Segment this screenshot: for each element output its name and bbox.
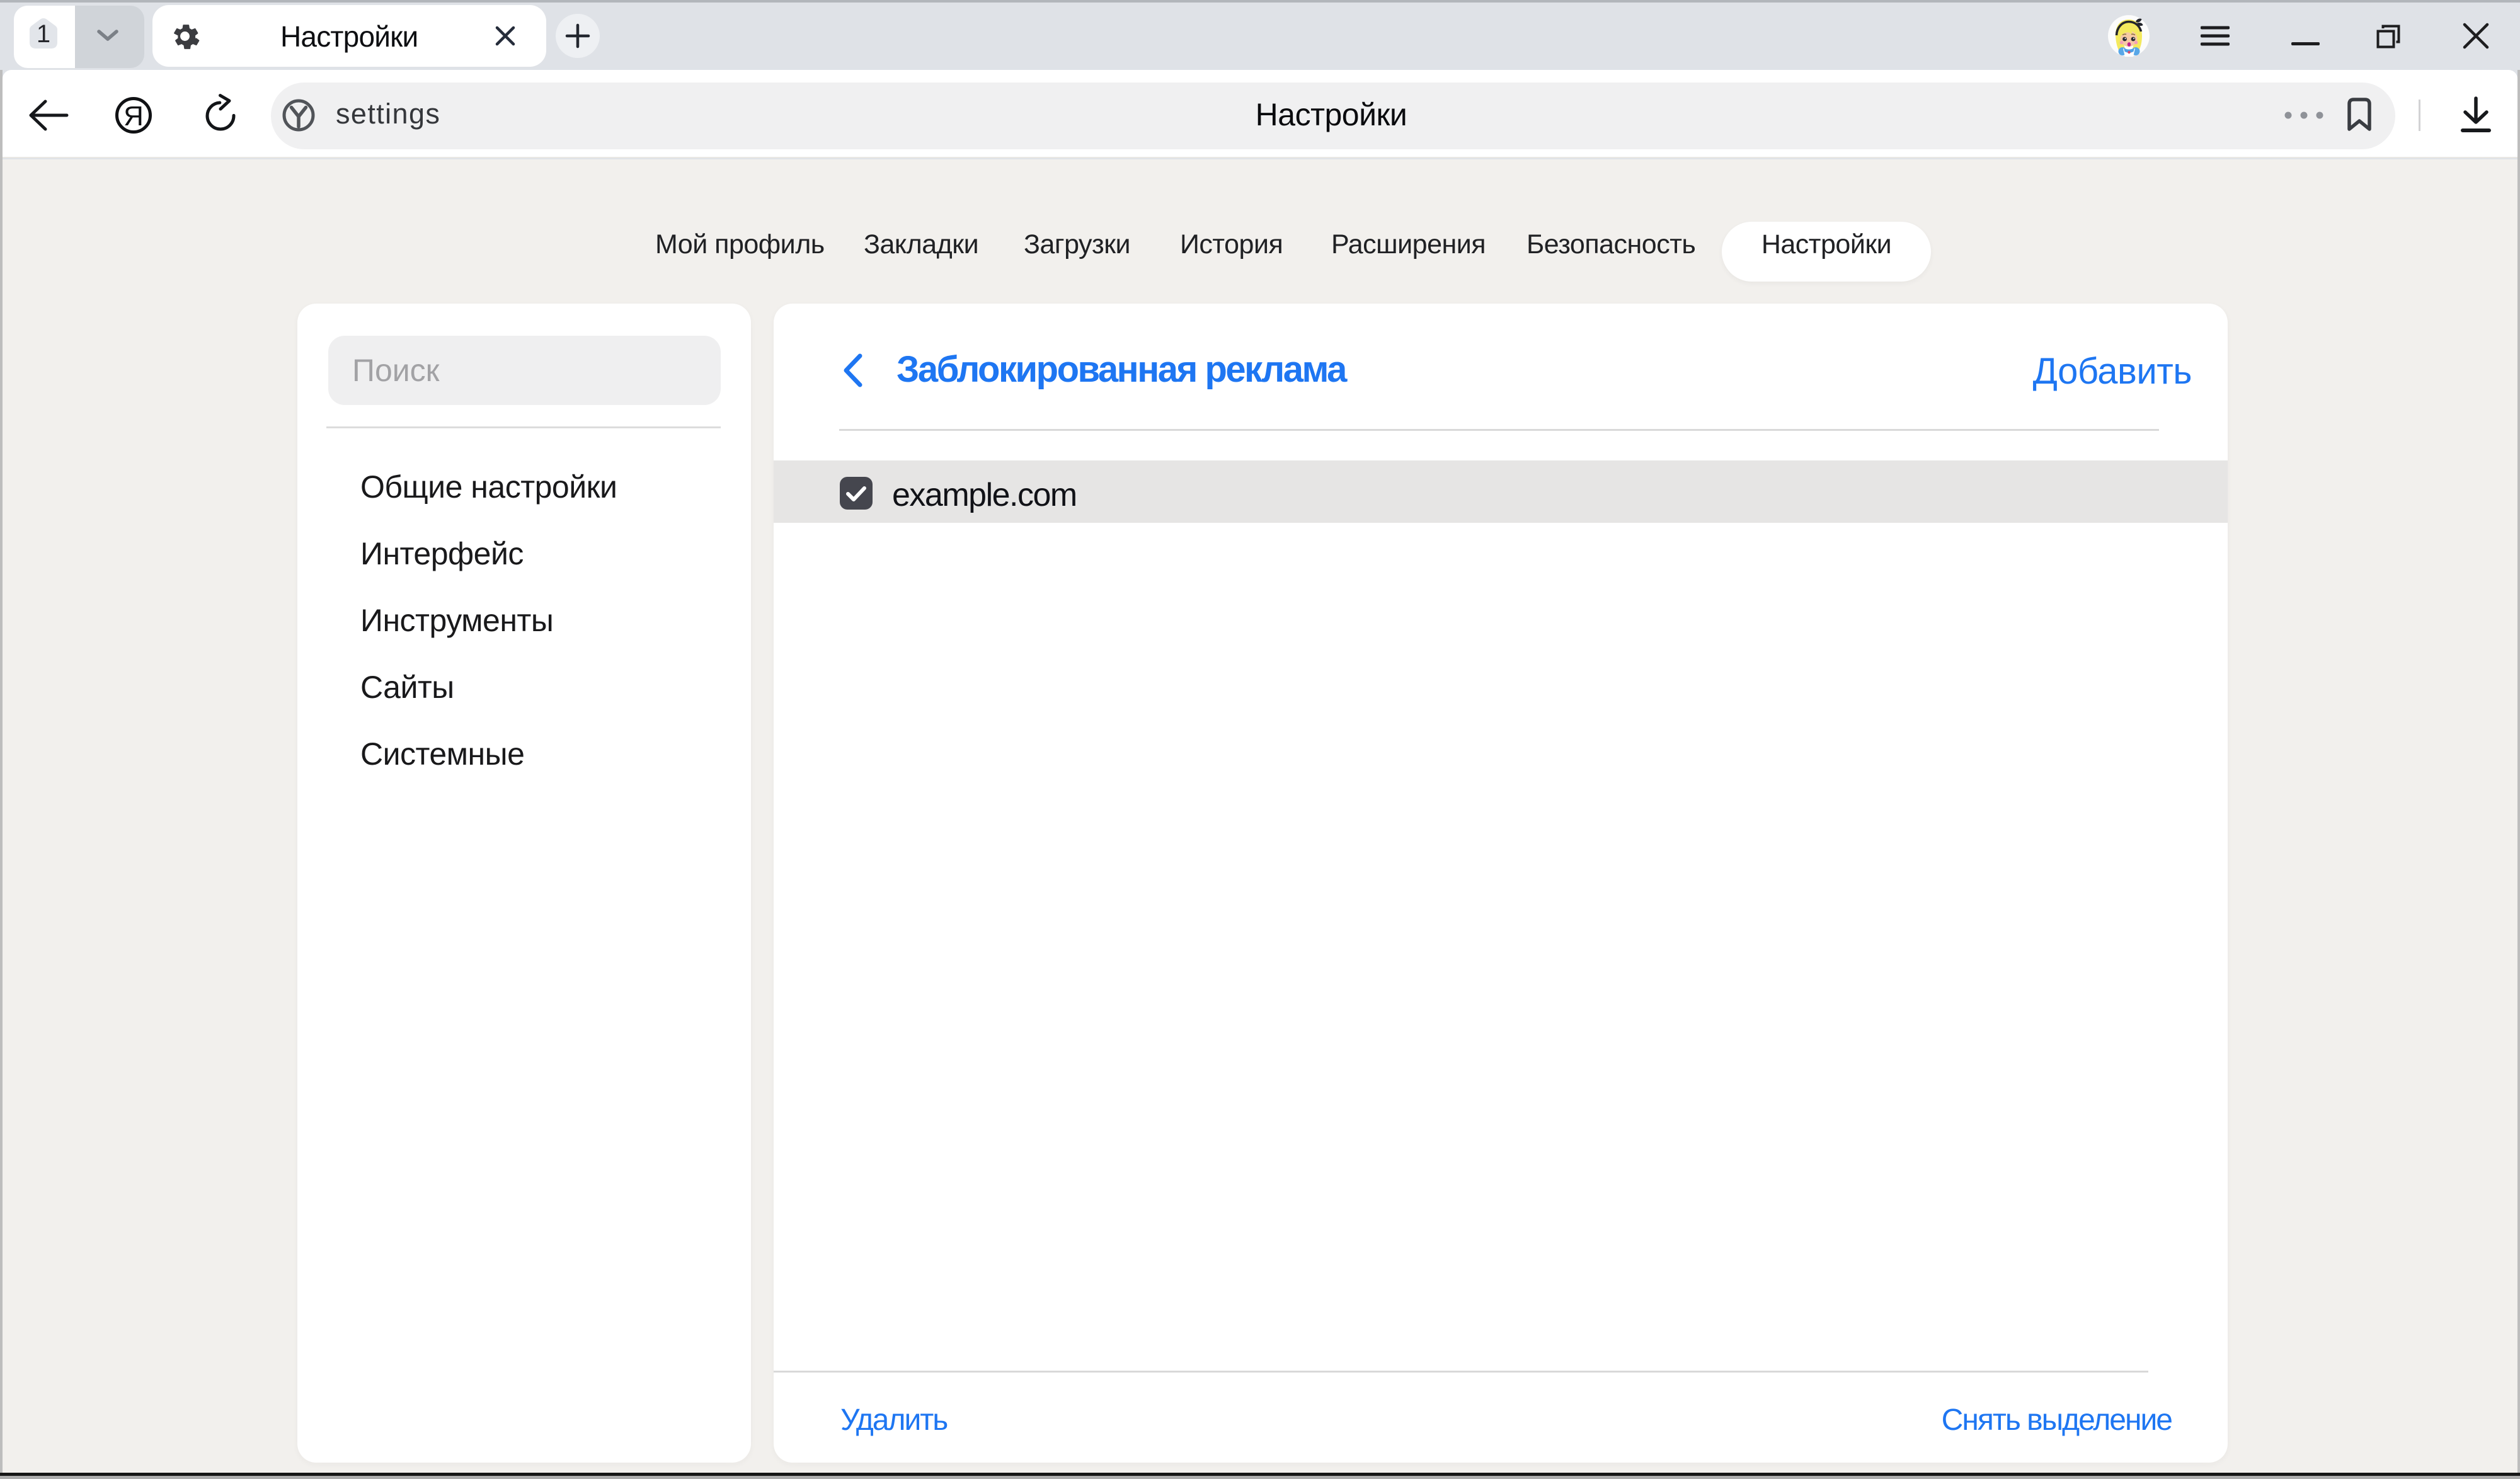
svg-text:1: 1 [37, 20, 50, 48]
svg-text:Я: Я [123, 101, 144, 132]
